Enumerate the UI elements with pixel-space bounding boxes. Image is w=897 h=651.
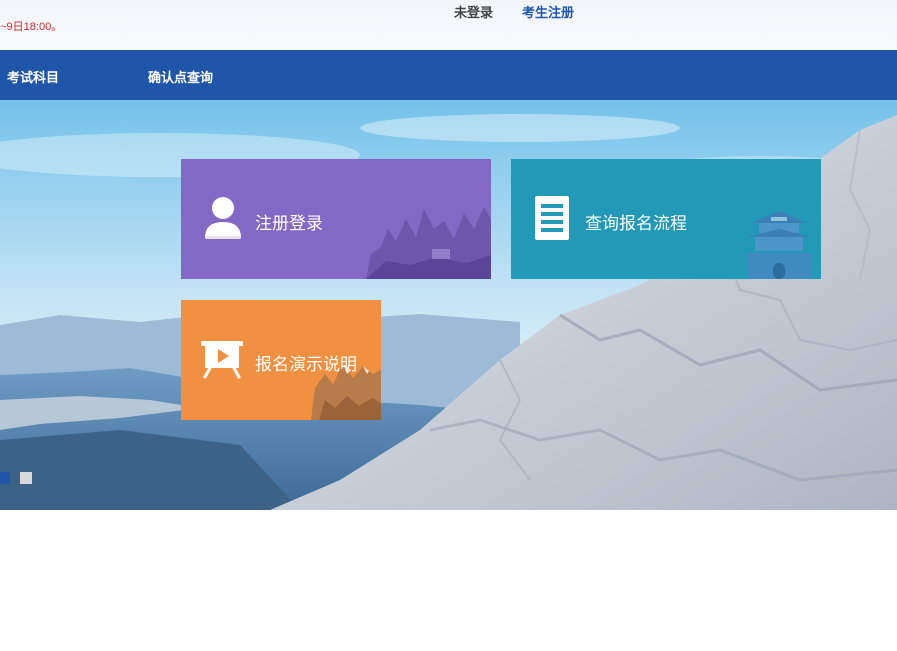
registration-demo-label: 报名演示说明 [255, 355, 357, 375]
document-icon [535, 196, 569, 240]
nav-item-confirmation-query[interactable]: 确认点查询 [148, 67, 213, 86]
carousel-dot-2[interactable] [20, 472, 32, 484]
mountain-landscape-icon [366, 207, 491, 279]
registration-demo-tile[interactable]: 报名演示说明 [181, 300, 381, 420]
user-status: 未登录 考生注册 [454, 2, 574, 21]
top-bar: 2~9日18:00。 未登录 考生注册 [0, 0, 897, 50]
user-icon [205, 197, 241, 239]
register-link[interactable]: 考生注册 [522, 2, 574, 21]
register-login-tile[interactable]: 注册登录 [181, 159, 491, 279]
login-status: 未登录 [454, 6, 494, 21]
notice-text: 2~9日18:00。 [0, 21, 63, 33]
nav-item-exam-subjects[interactable]: 考试科目 [7, 67, 59, 86]
query-process-label: 查询报名流程 [585, 214, 687, 234]
hero-banner: 注册登录 查询报名流程 报名演示说明 [0, 100, 897, 510]
register-login-label: 注册登录 [255, 214, 323, 234]
play-board-icon [201, 341, 243, 379]
main-nav: 考试科目 确认点查询 [0, 50, 897, 100]
query-process-tile[interactable]: 查询报名流程 [511, 159, 821, 279]
pagoda-icon [747, 211, 811, 279]
carousel-dot-1[interactable] [0, 472, 10, 484]
